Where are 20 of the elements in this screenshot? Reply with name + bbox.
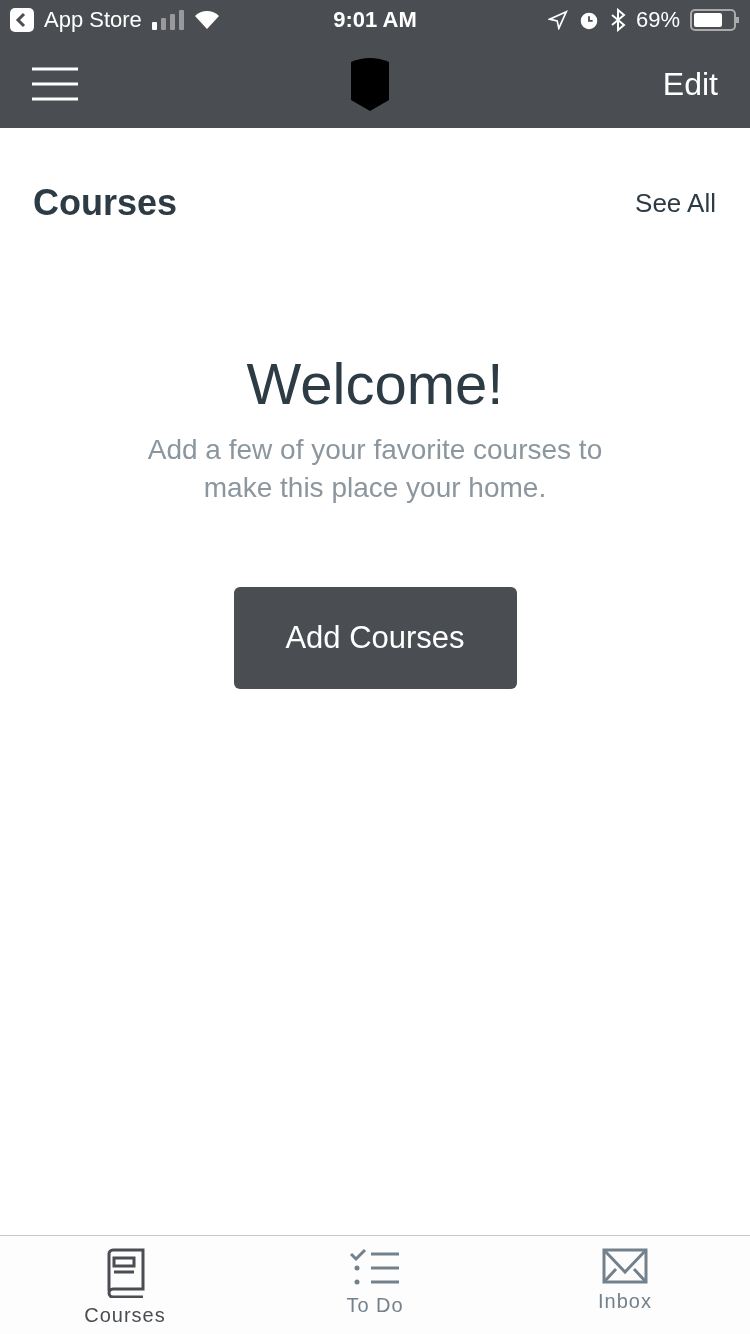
section-title: Courses xyxy=(33,182,178,224)
wifi-icon xyxy=(193,10,220,30)
battery-icon xyxy=(690,9,740,31)
envelope-icon xyxy=(602,1248,648,1284)
tab[interactable]: Courses xyxy=(0,1236,250,1334)
add-courses-button[interactable]: Add Courses xyxy=(233,587,517,689)
back-app-label[interactable]: App Store xyxy=(44,7,142,33)
back-icon xyxy=(10,8,34,32)
see-all-link[interactable]: See All xyxy=(635,187,716,219)
welcome-message: Add a few of your favorite courses to make this place your home. xyxy=(146,433,604,505)
edit-button[interactable]: Edit xyxy=(662,65,718,103)
location-icon xyxy=(547,10,568,30)
bluetooth-icon xyxy=(609,8,626,32)
tab[interactable]: To Do xyxy=(250,1236,500,1334)
tab[interactable]: Inbox xyxy=(500,1236,750,1334)
welcome-heading: Welcome! xyxy=(246,350,504,417)
clock-time: 9:01 AM xyxy=(333,7,417,33)
battery-percent: 69% xyxy=(635,7,680,33)
menu-icon[interactable] xyxy=(32,67,78,101)
signal-icon xyxy=(151,10,184,30)
